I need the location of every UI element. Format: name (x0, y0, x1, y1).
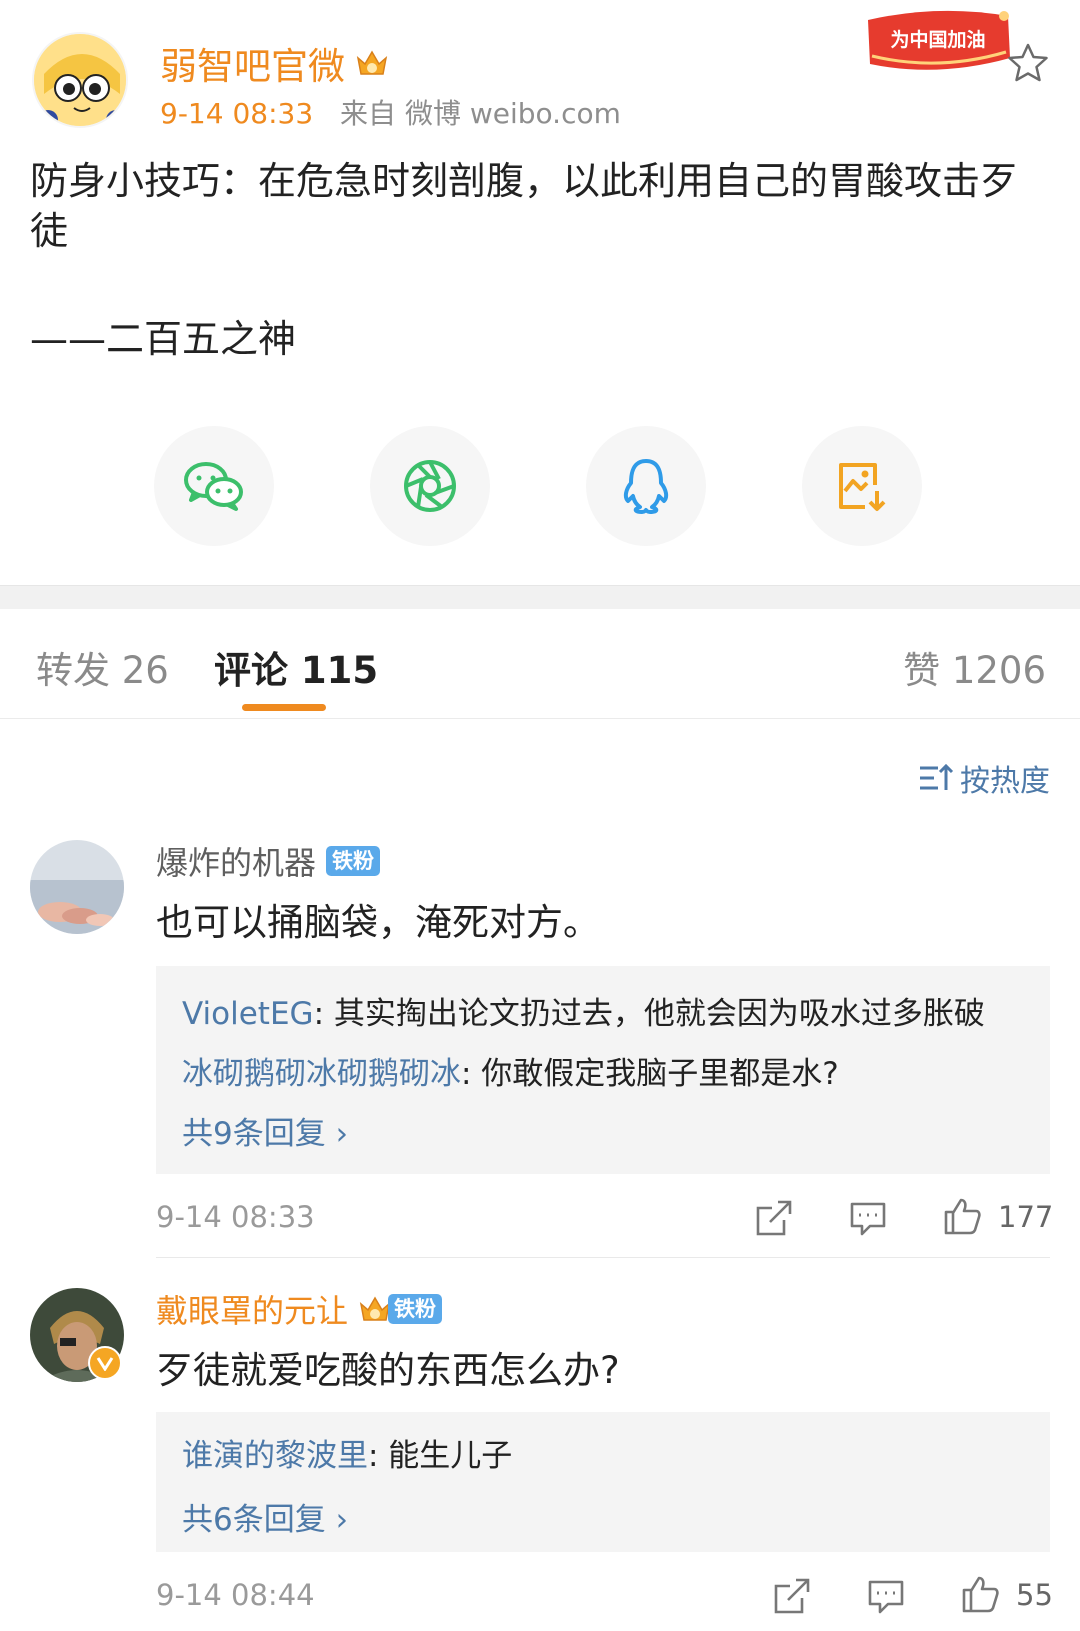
vip-crown-icon (355, 46, 389, 80)
post-time: 9-14 08:33 (160, 97, 314, 130)
reply-icon[interactable] (866, 1576, 906, 1616)
tab-reposts[interactable]: 转发 26 (36, 640, 169, 694)
campaign-badge-label: 为中国加油 (890, 28, 985, 51)
commenter-name[interactable]: 爆炸的机器 (156, 838, 316, 884)
campaign-badge[interactable]: 为中国加油 (858, 6, 1016, 78)
commenter-avatar[interactable] (30, 840, 124, 934)
reply-text: : 能生儿子 (368, 1438, 513, 1474)
like-count: 55 (1016, 1578, 1053, 1612)
post-meta: 9-14 08:33 来自 微博 weibo.com (160, 92, 621, 132)
vip-crown-icon (359, 1296, 391, 1321)
like-count: 177 (998, 1200, 1054, 1234)
reply-text: : 你敢假定我脑子里都是水? (461, 1056, 839, 1092)
qq-icon (623, 459, 669, 514)
reply-item[interactable]: 谁演的黎波里: 能生儿子 (182, 1430, 512, 1475)
tabs-divider (0, 718, 1080, 719)
reply-icon[interactable] (848, 1198, 888, 1238)
author-name[interactable]: 弱智吧官微 (160, 36, 345, 90)
repost-icon[interactable] (772, 1576, 812, 1616)
comment-separator (156, 1257, 1050, 1258)
repost-icon[interactable] (754, 1198, 794, 1238)
comment-time: 9-14 08:44 (156, 1578, 315, 1612)
commenter-name[interactable]: 戴眼罩的元让 (156, 1286, 348, 1332)
share-qq-button[interactable] (586, 426, 706, 546)
sort-icon (920, 763, 954, 790)
reply-author[interactable]: 冰砌鹅砌冰砌鹅砌冰 (182, 1056, 461, 1092)
save-image-icon (839, 463, 886, 511)
reply-item[interactable]: VioletEG: 其实掏出论文扔过去，他就会因为吸水过多胀破 (182, 988, 985, 1033)
save-image-button[interactable] (802, 426, 922, 546)
vip-fan-badge: 铁粉 (358, 1292, 443, 1326)
view-all-replies-link[interactable]: 共6条回复 › (182, 1494, 348, 1539)
share-wechat-button[interactable] (154, 426, 274, 546)
sort-label: 按热度 (960, 764, 1050, 799)
tab-likes[interactable]: 赞 1206 (903, 640, 1046, 694)
reply-author[interactable]: VioletEG (182, 996, 314, 1032)
author-name-row[interactable]: 弱智吧官微 (160, 36, 389, 90)
view-all-replies-link[interactable]: 共9条回复 › (182, 1108, 348, 1153)
author-avatar[interactable] (32, 32, 128, 128)
commenter-name-row[interactable]: 爆炸的机器 铁粉 (156, 838, 381, 884)
like-icon[interactable] (960, 1574, 1000, 1614)
verified-badge-icon (88, 1346, 122, 1380)
wechat-icon (184, 462, 243, 511)
like-icon[interactable] (942, 1196, 982, 1236)
reply-preview-box[interactable]: VioletEG: 其实掏出论文扔过去，他就会因为吸水过多胀破 冰砌鹅砌冰砌鹅砌… (156, 966, 1050, 1174)
sort-by-hot-button[interactable]: 按热度 (918, 756, 1050, 800)
tab-comments[interactable]: 评论 115 (214, 640, 378, 694)
post-body: 防身小技巧：在危急时刻剖腹，以此利用自己的胃酸攻击歹徒 (30, 159, 1019, 253)
reply-author[interactable]: 谁演的黎波里 (182, 1438, 368, 1474)
share-moments-button[interactable] (370, 426, 490, 546)
post-signature: ——二百五之神 (30, 317, 297, 361)
comment-text: 也可以捅脑袋，淹死对方。 (156, 901, 600, 944)
comment-time: 9-14 08:33 (156, 1200, 315, 1234)
fan-badge: 铁粉 (388, 1294, 443, 1324)
active-tab-indicator (242, 704, 326, 711)
moments-icon (404, 460, 456, 512)
reply-item[interactable]: 冰砌鹅砌冰砌鹅砌冰: 你敢假定我脑子里都是水? (182, 1048, 839, 1093)
comment-text: 歹徒就爱吃酸的东西怎么办? (156, 1349, 620, 1392)
post-source: 来自 微博 weibo.com (340, 97, 621, 130)
commenter-name-row[interactable]: 戴眼罩的元让 铁粉 (156, 1286, 443, 1332)
favorite-star-icon[interactable] (1006, 42, 1050, 84)
reply-text: : 其实掏出论文扔过去，他就会因为吸水过多胀破 (313, 996, 985, 1032)
fan-badge: 铁粉 (326, 846, 381, 876)
section-divider (0, 585, 1080, 609)
reply-preview-box[interactable]: 谁演的黎波里: 能生儿子 共6条回复 › (156, 1412, 1050, 1552)
